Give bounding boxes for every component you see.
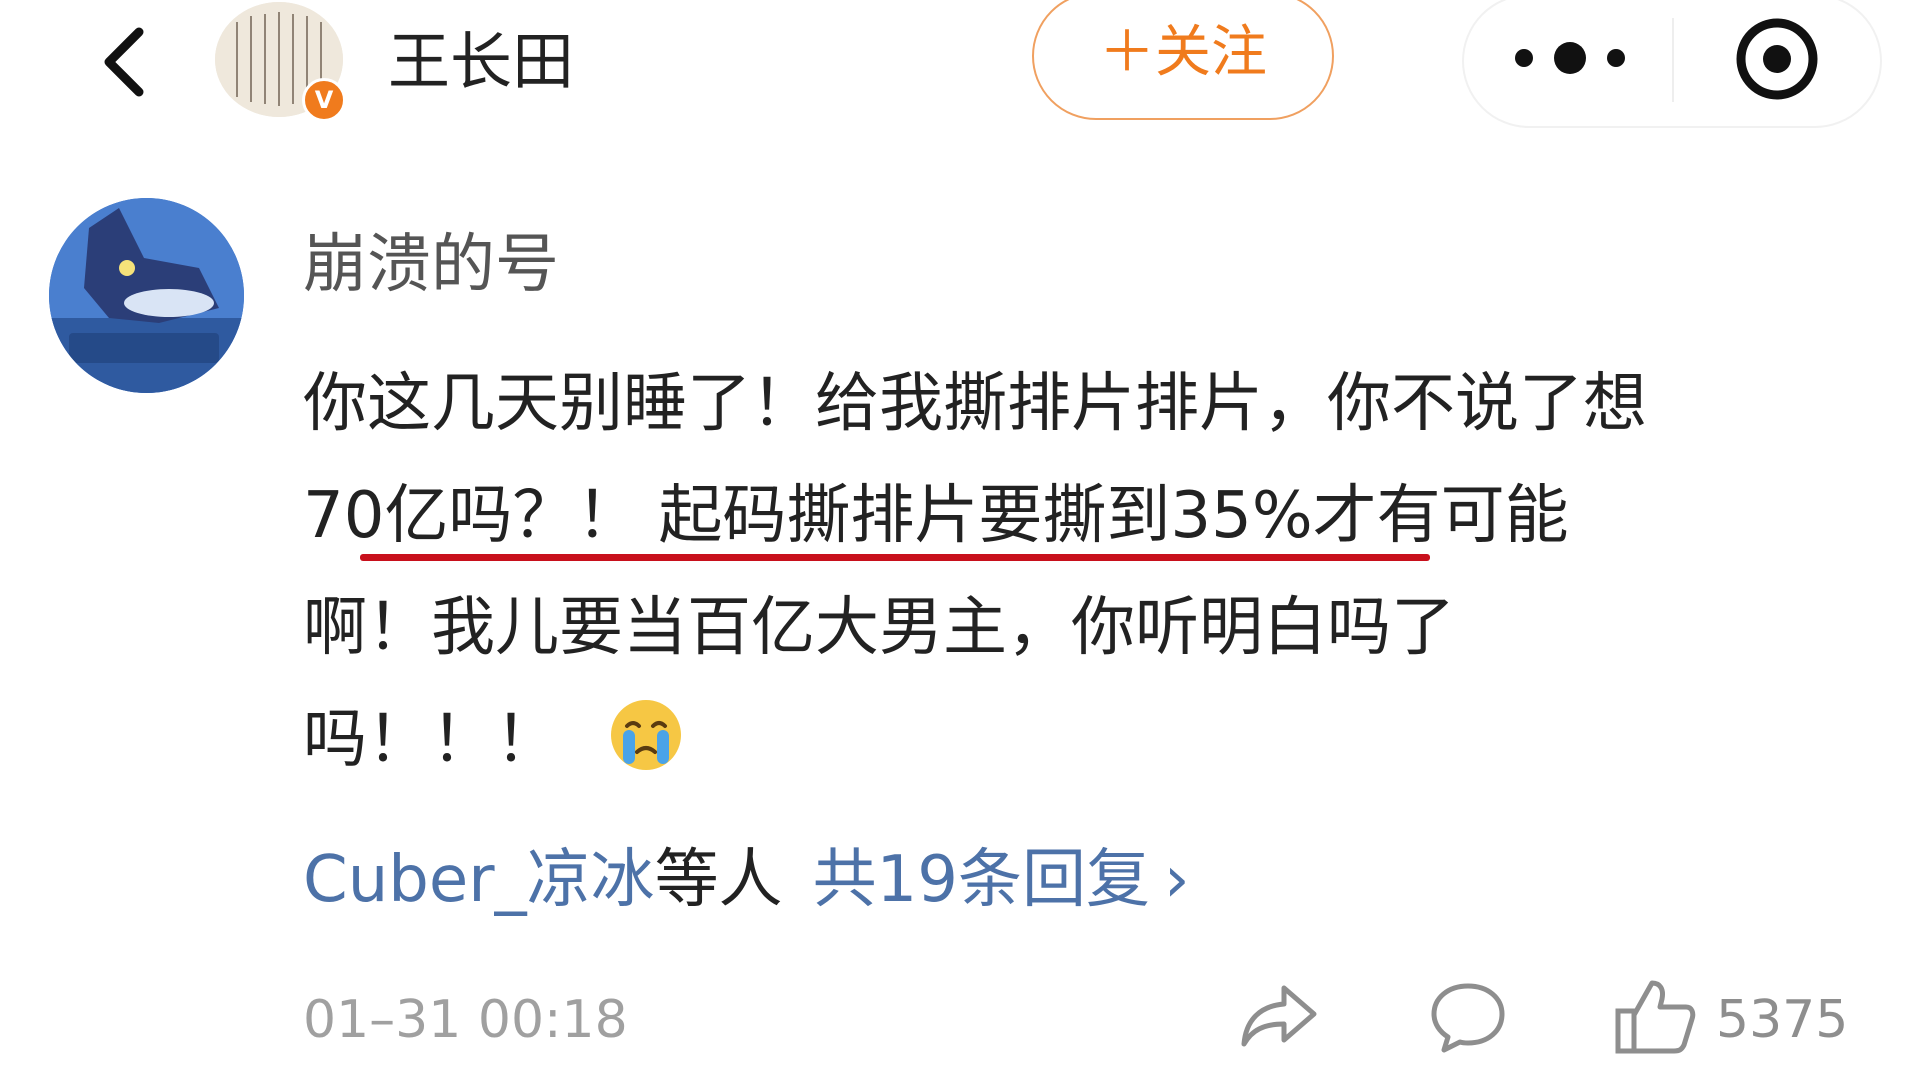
reply-count-link[interactable]: 共19条回复 xyxy=(813,843,1150,917)
more-dots-icon xyxy=(1515,42,1625,74)
reply-comment-button[interactable] xyxy=(1428,980,1508,1056)
replies-summary[interactable]: Cuber_凉冰等人 共19条回复 › xyxy=(303,840,1190,920)
cartoon-avatar-image xyxy=(49,198,244,393)
follow-button[interactable]: ＋关注 xyxy=(1032,0,1334,120)
comment-segment: 70亿吗？！ xyxy=(303,479,641,553)
thumbs-up-icon xyxy=(1615,980,1696,1054)
reply-user-link[interactable]: Cuber_凉冰 xyxy=(303,843,655,917)
back-arrow-icon xyxy=(104,27,144,97)
comment-line: 啊！我儿要当百亿大男主，你听明白吗了 xyxy=(303,591,1455,665)
top-navigation-bar: V 王长田 ＋关注 xyxy=(0,0,1920,128)
underlined-phrase: 起码撕排片要撕到35%才有可能 xyxy=(658,479,1569,553)
close-target-icon xyxy=(1736,18,1818,100)
comment-line: 你这几天别睡了！给我撕排片排片，你不说了想 xyxy=(303,367,1647,441)
back-button[interactable] xyxy=(95,22,155,102)
share-icon xyxy=(1241,985,1317,1047)
reply-suffix: 等人 xyxy=(654,843,783,917)
comment-segment: 吗！！！ xyxy=(303,703,559,777)
like-count: 5375 xyxy=(1716,990,1849,1050)
crying-face-icon xyxy=(607,696,685,774)
verified-badge: V xyxy=(302,78,346,122)
capsule-divider xyxy=(1672,18,1674,102)
account-name[interactable]: 王长田 xyxy=(388,22,574,102)
red-underline-annotation xyxy=(360,554,1430,561)
comment-line: 吗！！！ xyxy=(303,684,1873,796)
comment-bubble-icon xyxy=(1431,983,1505,1053)
comment-timestamp: 01–31 00:18 xyxy=(303,990,628,1050)
commenter-avatar[interactable] xyxy=(49,198,244,393)
like-button[interactable] xyxy=(1612,975,1698,1057)
share-button[interactable] xyxy=(1238,980,1320,1050)
chevron-right-icon: › xyxy=(1164,843,1190,917)
comment-text: 你这几天别睡了！给我撕排片排片，你不说了想 70亿吗？！ 起码撕排片要撕到35%才… xyxy=(303,348,1873,796)
more-button[interactable] xyxy=(1510,30,1630,86)
commenter-name[interactable]: 崩溃的号 xyxy=(303,225,559,305)
close-button[interactable] xyxy=(1732,14,1822,104)
